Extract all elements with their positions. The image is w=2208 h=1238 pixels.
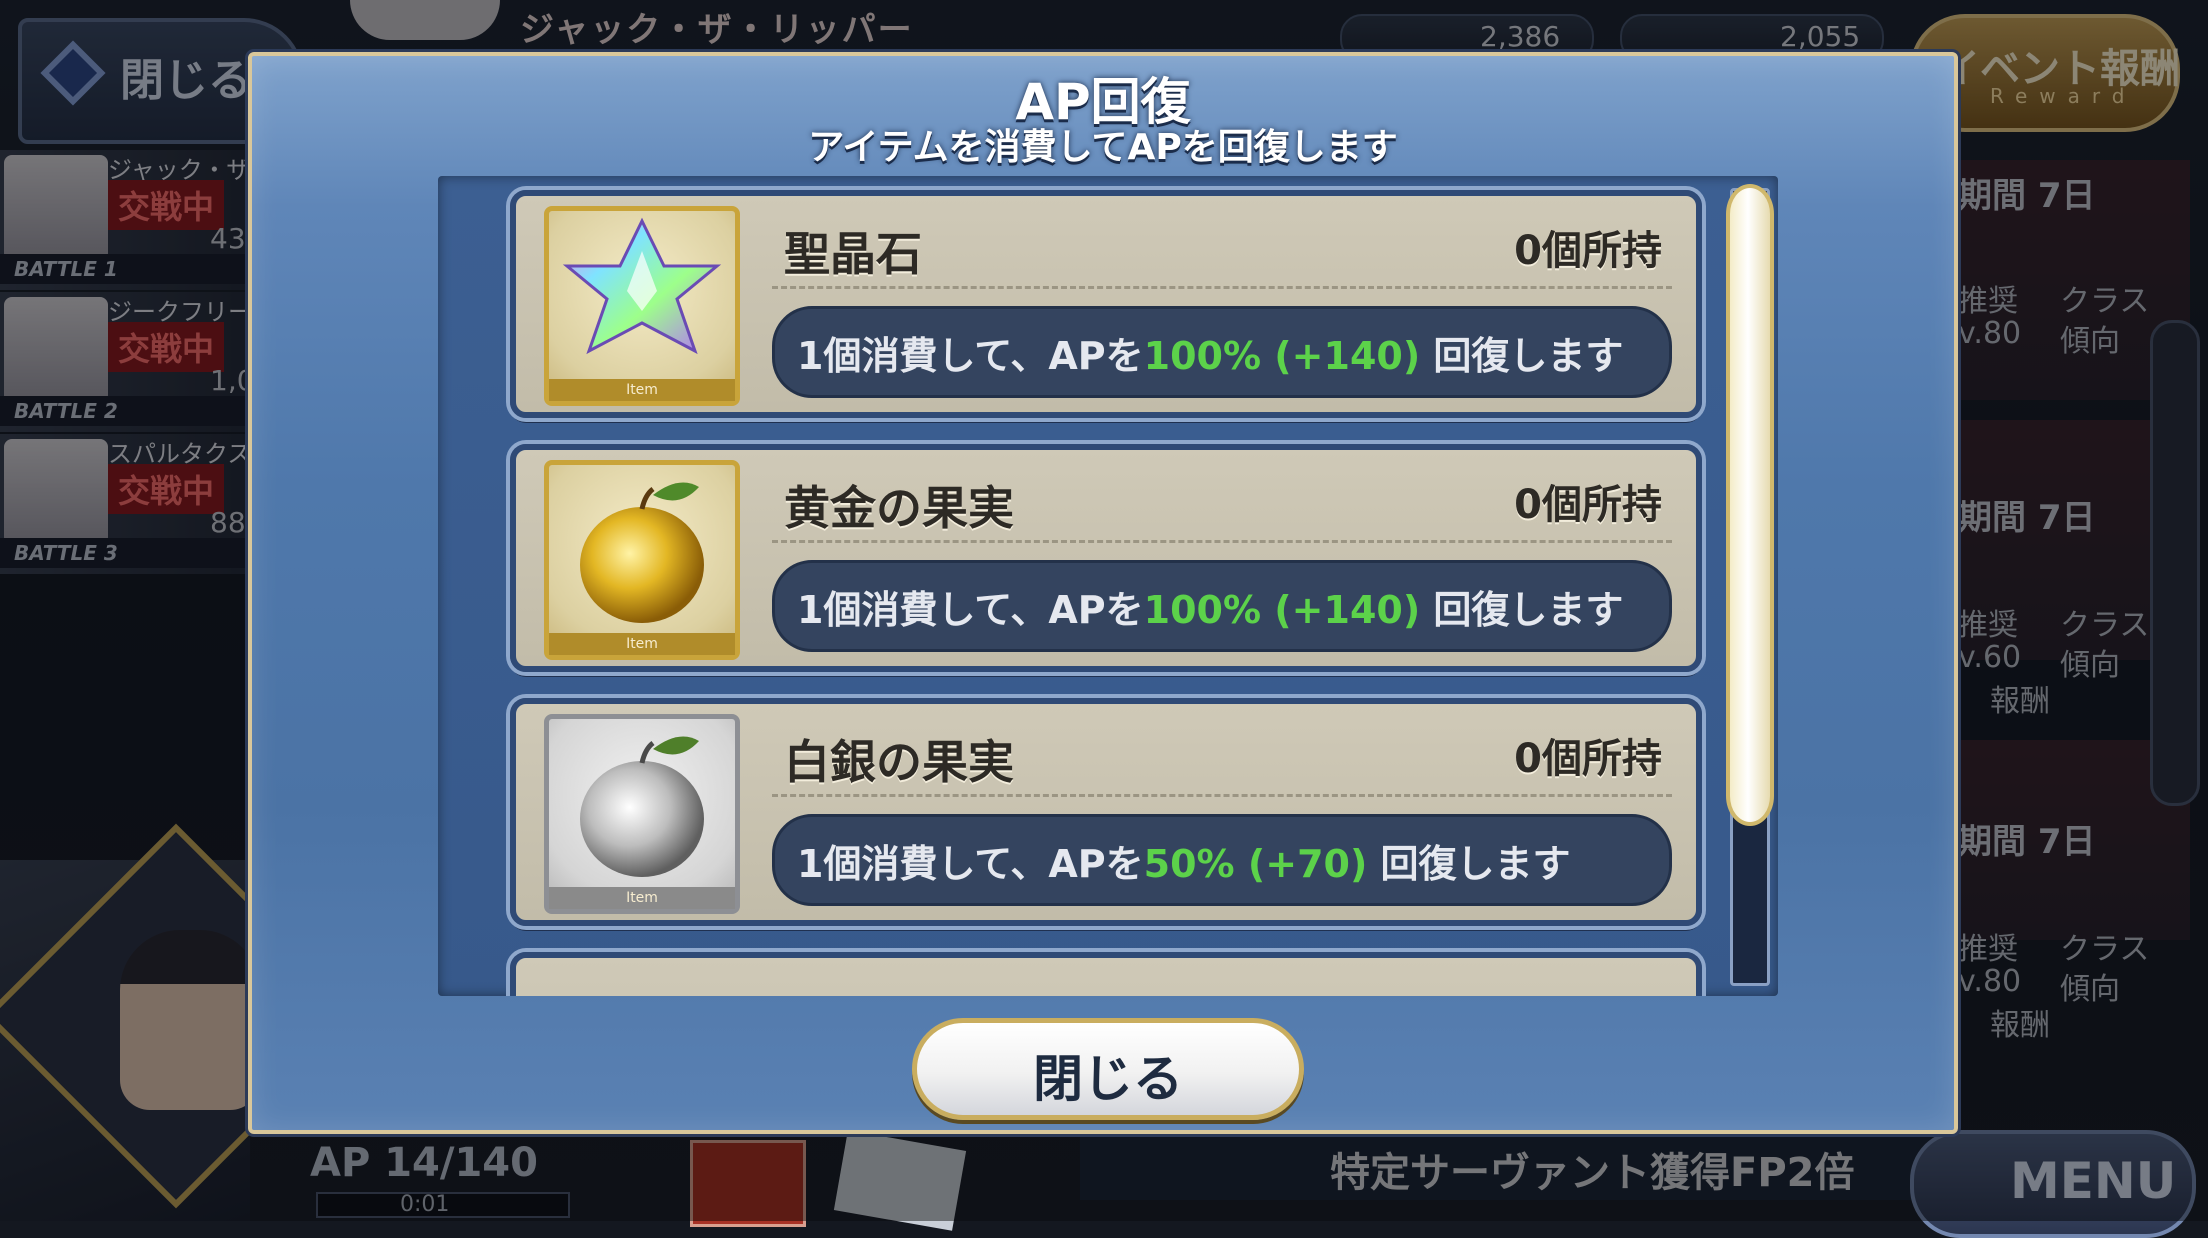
item-desc-prefix-3: 1個消費して、APを: [797, 842, 1144, 886]
item-desc-amount-2: 100% (+140): [1143, 588, 1421, 632]
item-tag-2: Item: [549, 633, 735, 655]
item-desc-box-1: 1個消費して、APを100% (+140) 回復します: [772, 306, 1672, 398]
close-button-label: 閉じる: [1033, 1050, 1183, 1108]
item-desc-1: 1個消費して、APを100% (+140) 回復します: [797, 325, 1623, 380]
item-count-1: 0個所持: [1514, 228, 1662, 274]
item-list-scroll-thumb[interactable]: [1726, 184, 1774, 826]
item-card-partial[interactable]: [510, 952, 1702, 996]
item-desc-suffix-2: 回復します: [1420, 588, 1624, 632]
item-desc-prefix-1: 1個消費して、APを: [797, 334, 1144, 378]
item-count-2: 0個所持: [1514, 482, 1662, 528]
item-desc-suffix-3: 回復します: [1367, 842, 1571, 886]
item-list[interactable]: Item 聖晶石 0個所持 1個消費して、APを100% (+140) 回復しま…: [438, 176, 1778, 996]
saint-quartz-icon: Item: [544, 206, 740, 406]
dialog-subtitle: アイテムを消費してAPを回復します: [808, 127, 1398, 168]
item-card-golden-apple[interactable]: Item 黄金の果実 0個所持 1個消費して、APを100% (+140) 回復…: [510, 444, 1702, 672]
item-desc-box-3: 1個消費して、APを50% (+70) 回復します: [772, 814, 1672, 906]
ap-recovery-dialog: AP回復 アイテムを消費してAPを回復します Item 聖晶石 0個所持 1個消…: [248, 52, 1958, 1134]
item-desc-amount-3: 50% (+70): [1143, 842, 1368, 886]
item-divider-3: [772, 794, 1672, 797]
item-tag-3: Item: [549, 887, 735, 909]
golden-apple-icon: Item: [544, 460, 740, 660]
item-divider-1: [772, 286, 1672, 289]
item-divider-2: [772, 540, 1672, 543]
item-tag-1: Item: [549, 379, 735, 401]
item-desc-2: 1個消費して、APを100% (+140) 回復します: [797, 579, 1623, 634]
item-desc-amount-1: 100% (+140): [1143, 334, 1421, 378]
item-desc-3: 1個消費して、APを50% (+70) 回復します: [797, 833, 1571, 888]
item-desc-prefix-2: 1個消費して、APを: [797, 588, 1144, 632]
item-count-3: 0個所持: [1514, 736, 1662, 782]
item-name-2: 黄金の果実: [784, 481, 1014, 535]
silver-apple-icon: Item: [544, 714, 740, 914]
item-desc-box-2: 1個消費して、APを100% (+140) 回復します: [772, 560, 1672, 652]
close-button[interactable]: 閉じる: [912, 1018, 1304, 1120]
item-name-1: 聖晶石: [784, 227, 922, 281]
item-card-silver-apple[interactable]: Item 白銀の果実 0個所持 1個消費して、APを50% (+70) 回復しま…: [510, 698, 1702, 926]
item-name-3: 白銀の果実: [784, 735, 1014, 789]
item-desc-suffix-1: 回復します: [1420, 334, 1624, 378]
item-card-saint-quartz[interactable]: Item 聖晶石 0個所持 1個消費して、APを100% (+140) 回復しま…: [510, 190, 1702, 418]
